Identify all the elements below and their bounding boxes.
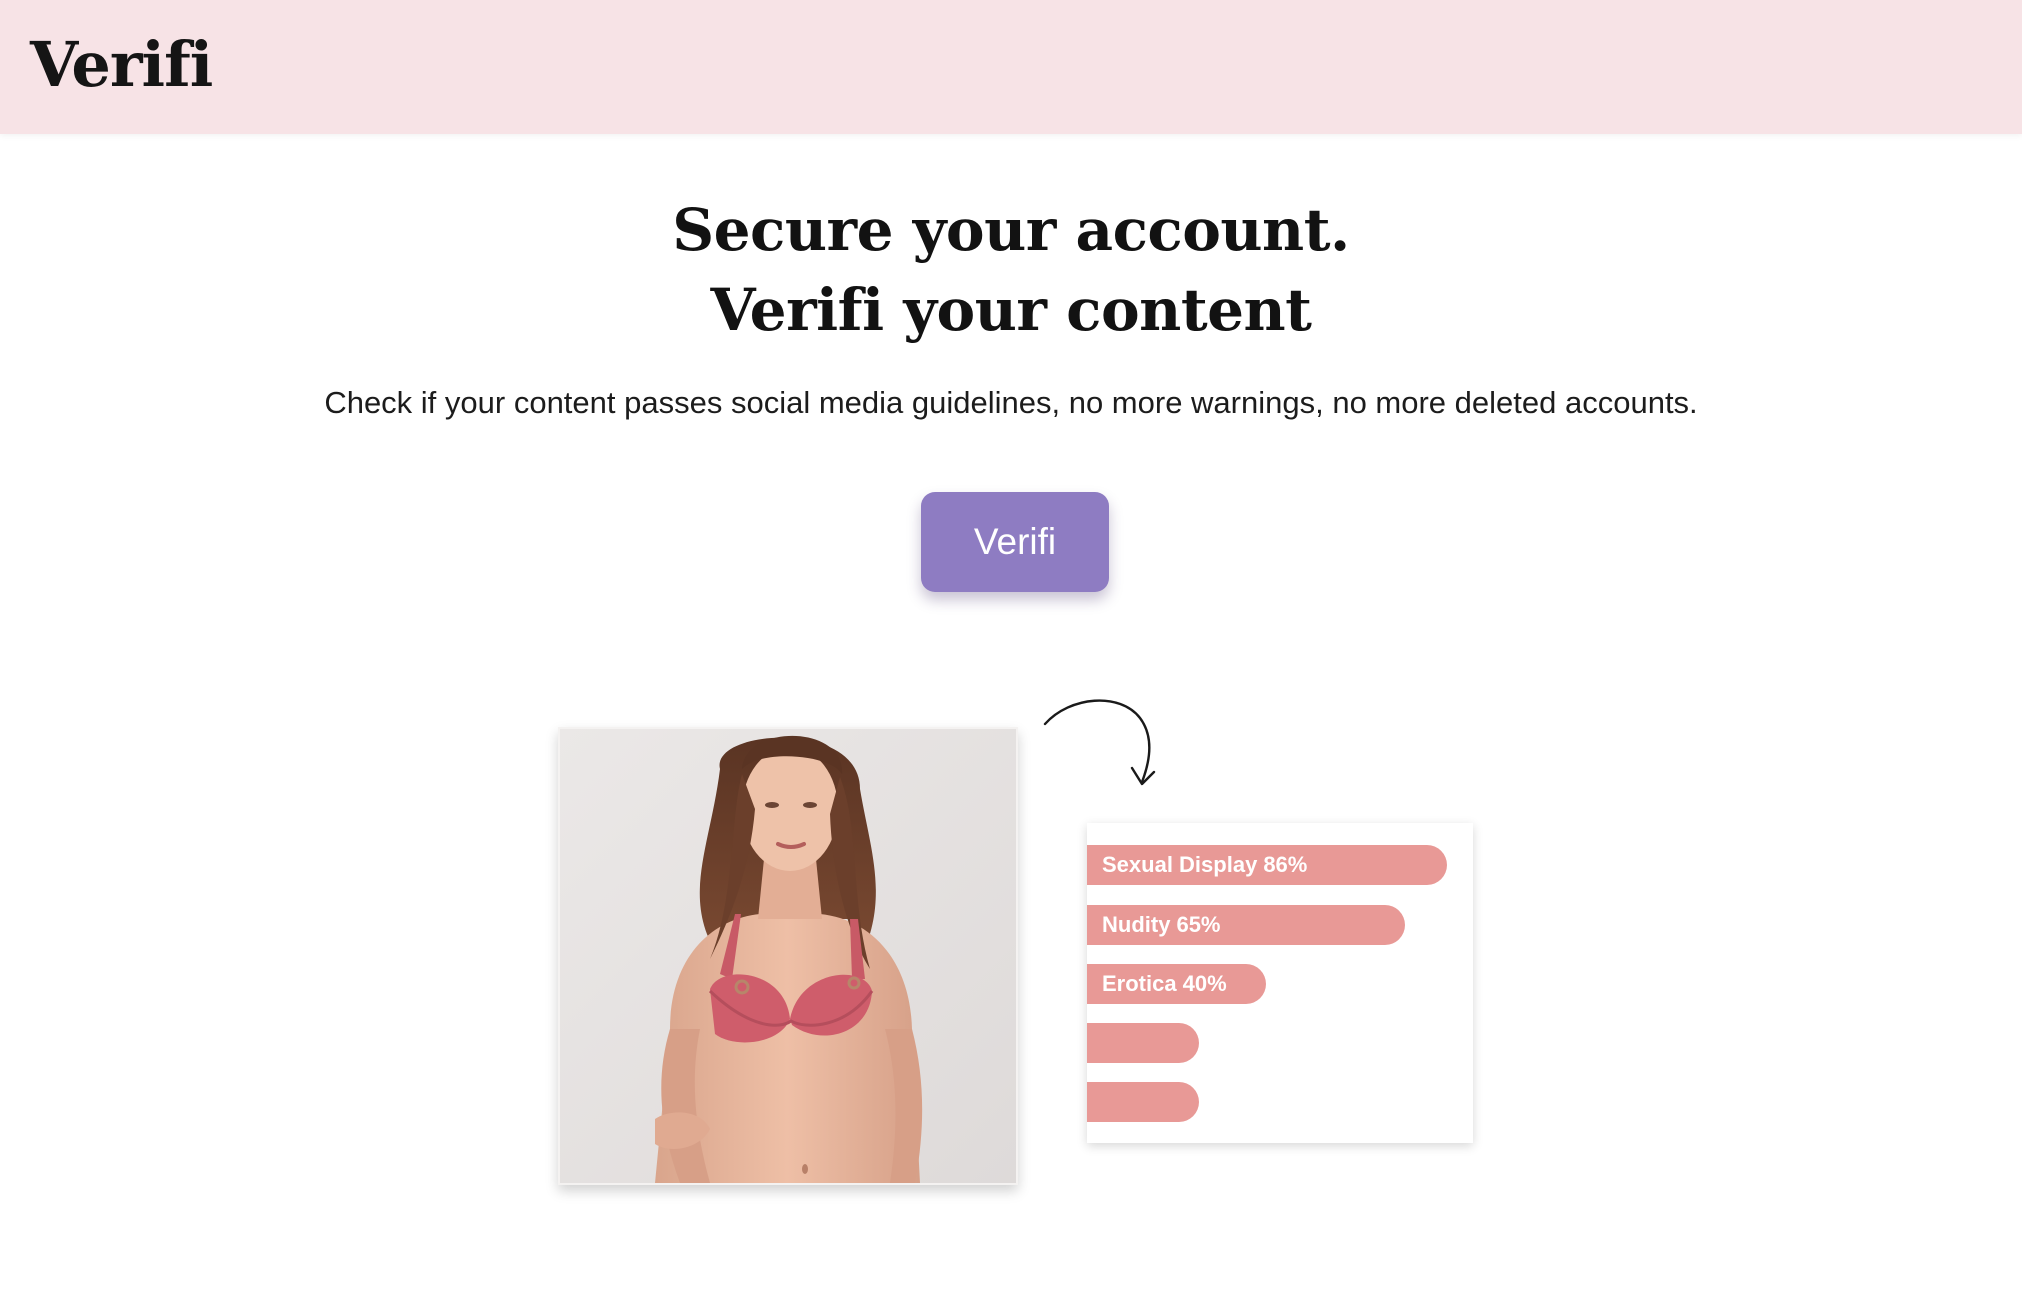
result-bar-placeholder [1087,1023,1199,1063]
curved-arrow-icon [1043,699,1156,786]
result-label: Sexual Display [1102,852,1258,877]
top-nav-bar: Verifi [0,0,2022,134]
moderation-results-card: Sexual Display 86% Nudity 65% Erotica 40% [1087,823,1473,1143]
sample-photo [558,727,1018,1185]
hero-title: Secure your account. Verifi your content [0,190,2022,350]
result-percent: 65% [1176,912,1221,937]
result-bar-placeholder [1087,1082,1199,1122]
result-bar-nudity: Nudity 65% [1087,905,1405,945]
brand-logo[interactable]: Verifi [30,24,213,106]
hero-title-line-1: Secure your account. [672,196,1350,264]
result-bar-sexual-display: Sexual Display 86% [1087,845,1447,885]
result-label: Nudity [1102,912,1171,937]
page: Verifi Secure your account. Verifi your … [0,0,2022,1296]
hero-subtitle: Check if your content passes social medi… [324,385,1698,420]
woman-in-pink-bikini-photo [560,729,1016,1183]
result-bar-erotica: Erotica 40% [1087,964,1266,1004]
verifi-button[interactable]: Verifi [921,492,1109,592]
result-percent: 86% [1263,852,1308,877]
result-label: Erotica [1102,971,1177,996]
result-percent: 40% [1182,971,1227,996]
hero-title-line-2: Verifi your content [710,276,1312,344]
